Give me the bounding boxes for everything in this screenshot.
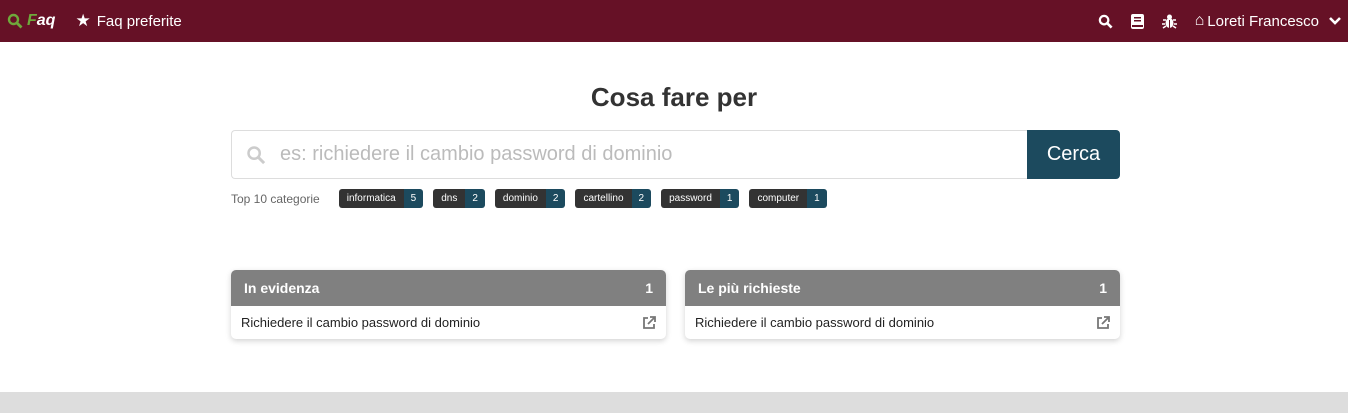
page-title: Cosa fare per: [590, 82, 758, 112]
search-button[interactable]: Cerca: [1027, 130, 1120, 179]
list-item[interactable]: Richiedere il cambio password di dominio: [685, 306, 1120, 339]
category-count: 5: [403, 189, 424, 208]
brand-link[interactable]: Faq: [7, 12, 55, 30]
external-link-icon[interactable]: [642, 315, 656, 330]
list-item[interactable]: Richiedere il cambio password di dominio: [231, 306, 666, 339]
search-icon: [7, 13, 23, 29]
user-name: Loreti Francesco: [1207, 12, 1319, 30]
search-icon[interactable]: [1098, 14, 1113, 29]
panel-count: 1: [1099, 280, 1107, 296]
chevron-down-icon: [1329, 17, 1341, 25]
top-categories-label: Top 10 categorie: [231, 191, 320, 206]
faq-link[interactable]: Richiedere il cambio password di dominio: [241, 315, 480, 330]
category-count: 2: [545, 189, 566, 208]
faq-link[interactable]: Richiedere il cambio password di dominio: [695, 315, 934, 330]
category-name: dns: [433, 189, 466, 208]
top-categories: Top 10 categorie informatica 5 dns 2 dominio…: [231, 189, 837, 208]
category-name: computer: [749, 189, 808, 208]
category-tag[interactable]: computer 1: [749, 189, 827, 208]
category-count: 1: [719, 189, 740, 208]
category-tag[interactable]: dns 2: [433, 189, 485, 208]
category-tag[interactable]: informatica 5: [338, 189, 424, 208]
category-name: cartellino: [575, 189, 632, 208]
user-menu[interactable]: ⌂ Loreti Francesco: [1195, 12, 1342, 30]
footer: [0, 392, 1348, 413]
category-tag[interactable]: dominio 2: [494, 189, 566, 208]
category-name: dominio: [494, 189, 546, 208]
home-icon: ⌂: [1194, 12, 1205, 29]
panel-count: 1: [645, 280, 653, 296]
category-count: 2: [465, 189, 485, 208]
book-icon[interactable]: [1130, 13, 1144, 29]
category-tag[interactable]: password 1: [661, 189, 740, 208]
panel-piu-richieste: Le più richieste 1 Richiedere il cambio p…: [685, 270, 1120, 339]
category-name: password: [661, 189, 720, 208]
category-count: 1: [807, 189, 827, 208]
category-tag[interactable]: cartellino 2: [575, 189, 652, 208]
star-icon: ★: [75, 11, 91, 30]
panel-in-evidenza: In evidenza 1 Richiedere il cambio passwo…: [231, 270, 666, 339]
external-link-icon[interactable]: [1096, 315, 1110, 330]
search-input[interactable]: [280, 143, 980, 166]
panel-title: In evidenza: [244, 280, 320, 296]
search-icon: [247, 145, 266, 164]
brand-text: Faq: [27, 12, 56, 29]
favorites-label: Faq preferite: [96, 12, 182, 30]
search-form: Cerca: [231, 130, 1120, 179]
category-name: informatica: [338, 189, 404, 208]
panel-title: Le più richieste: [698, 280, 801, 296]
category-count: 2: [631, 189, 652, 208]
bug-icon[interactable]: [1161, 14, 1177, 29]
favorites-link[interactable]: ★ Faq preferite: [75, 11, 181, 31]
navbar: Faq ★ Faq preferite ⌂ Loreti Francesco: [0, 0, 1348, 42]
